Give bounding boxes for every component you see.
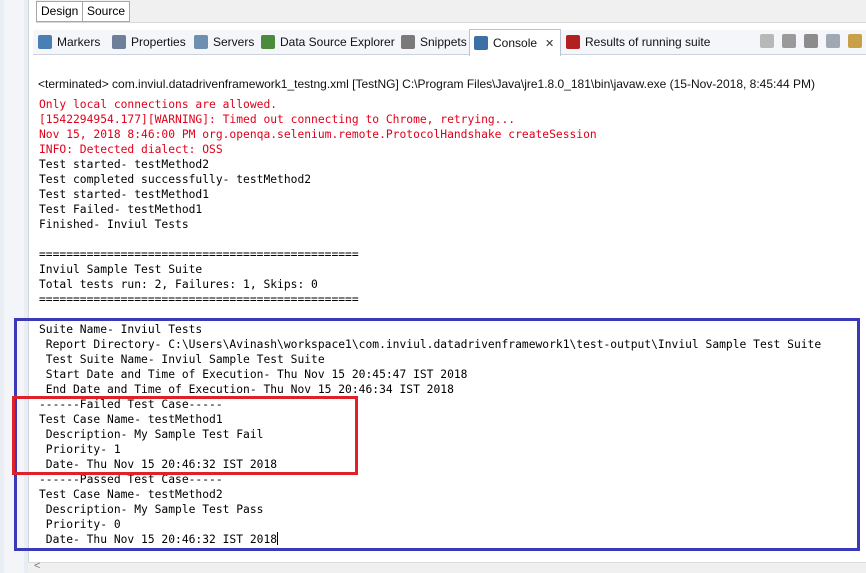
console-line: Only local connections are allowed. [39,98,278,111]
console-line: Inviul Sample Test Suite [39,263,203,276]
snippets-icon [401,35,415,49]
close-icon[interactable]: ✕ [545,37,554,50]
design-source-bar: Design Source [36,0,866,23]
servers-icon [194,35,208,49]
markers-icon [38,35,52,49]
tab-data-source-explorer[interactable]: Data Source Explorer [261,30,395,54]
properties-icon [112,35,126,49]
console-line: Test started- testMethod2 [39,158,210,171]
tab-console[interactable]: Console ✕ [469,29,562,56]
scroll-lock-icon[interactable] [826,34,840,48]
console-status-line: <terminated> com.inviul.datadrivenframew… [38,77,816,91]
tab-results-of-running-suite[interactable]: Results of running suite [566,30,710,54]
console-line: Finished- Inviul Tests [39,218,189,231]
tab-markers[interactable]: Markers [38,30,100,54]
console-line: Total tests run: 2, Failures: 1, Skips: … [39,278,318,291]
tab-snippets[interactable]: Snippets [401,30,467,54]
tab-console-label: Console [493,36,538,50]
console-line: ========================================… [39,293,359,306]
tab-servers-label: Servers [213,35,255,49]
horizontal-scrollbar[interactable]: < [28,560,866,573]
console-line: Test started- testMethod1 [39,188,210,201]
tab-results-label: Results of running suite [585,35,711,49]
testng-results-icon [566,35,580,49]
source-tab[interactable]: Source [82,1,131,22]
console-line: [1542294954.177][WARNING]: Timed out con… [39,113,516,126]
console-line: ========================================… [39,248,359,261]
failed-test-highlight [12,396,358,475]
terminate-icon[interactable] [760,34,774,48]
data-source-explorer-icon [261,35,275,49]
tab-snippets-label: Snippets [420,35,467,49]
scroll-left-icon[interactable]: < [34,560,40,572]
tab-properties-label: Properties [131,35,186,49]
console-line: Test completed successfully- testMethod2 [39,173,312,186]
tab-markers-label: Markers [57,35,101,49]
tab-properties[interactable]: Properties [112,30,186,54]
tab-servers[interactable]: Servers [194,30,254,54]
remove-all-icon[interactable] [804,34,818,48]
console-line: Test Failed- testMethod1 [39,203,203,216]
console-toolbar [760,34,862,48]
console-icon [474,36,488,50]
views-tab-bar: Markers Properties Servers Data Source E… [33,29,866,56]
console-line: INFO: Detected dialect: OSS [39,143,223,156]
tab-data-source-explorer-label: Data Source Explorer [280,35,395,49]
design-tab[interactable]: Design [36,1,84,22]
console-line: Nov 15, 2018 8:46:00 PM org.openqa.selen… [39,128,597,141]
pin-console-icon[interactable] [848,34,862,48]
remove-launch-icon[interactable] [782,34,796,48]
